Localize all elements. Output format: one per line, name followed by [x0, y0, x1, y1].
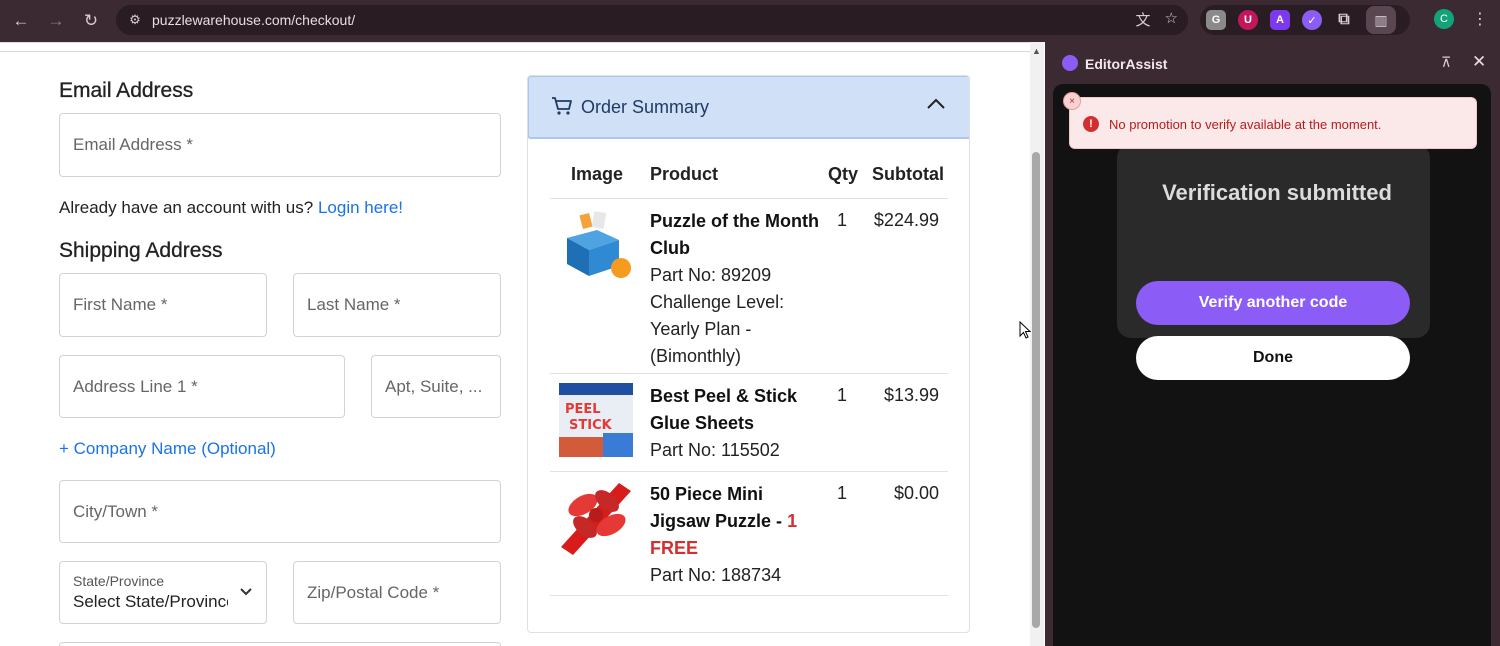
url-text[interactable]: puzzlewarehouse.com/checkout/: [152, 12, 355, 28]
divider: [0, 51, 1030, 52]
product-name[interactable]: Puzzle of the Month Club: [650, 208, 820, 262]
back-icon[interactable]: ←: [7, 7, 35, 35]
panel-title: EditorAssist: [1085, 56, 1168, 72]
shipping-heading: Shipping Address: [59, 239, 223, 262]
apt-suite-field[interactable]: Apt, Suite, ...: [371, 355, 501, 418]
order-summary-header[interactable]: Order Summary: [528, 76, 969, 139]
product-thumbnail[interactable]: PEEL STICK: [559, 383, 633, 457]
toast-close-icon[interactable]: ×: [1063, 92, 1081, 110]
account-prompt-text: Already have an account with us?: [59, 198, 314, 217]
editorassist-extension-icon[interactable]: ✓: [1302, 10, 1322, 30]
add-company-link[interactable]: + Company Name (Optional): [59, 439, 276, 459]
product-thumbnail[interactable]: [559, 481, 633, 555]
chevron-down-icon: [240, 584, 252, 599]
divider: [550, 373, 948, 374]
profile-avatar[interactable]: C: [1434, 9, 1454, 29]
item-qty: 1: [837, 483, 848, 503]
item-subtotal: $224.99: [873, 210, 939, 230]
browser-toolbar: ← → ↻ ⚙ puzzlewarehouse.com/checkout/ 文 …: [0, 0, 1500, 42]
grammar-extension-icon[interactable]: G: [1206, 10, 1226, 30]
done-button[interactable]: Done: [1136, 336, 1410, 380]
last-name-placeholder: Last Name *: [307, 295, 401, 314]
email-field[interactable]: Email Address *: [59, 113, 501, 177]
item-subtotal: $13.99: [883, 385, 939, 405]
side-panel-icon[interactable]: ▥: [1366, 6, 1396, 34]
extensions-group: G U A ✓ ⧉ ▥: [1200, 5, 1410, 35]
apt-suite-placeholder: Apt, Suite, ...: [385, 376, 483, 396]
divider: [550, 595, 948, 596]
unpin-icon[interactable]: ⊼: [1441, 54, 1451, 71]
editorassist-logo-icon: [1062, 55, 1078, 71]
divider: [550, 471, 948, 472]
product-name[interactable]: Best Peel & Stick Glue Sheets: [650, 383, 820, 437]
item-qty: 1: [837, 385, 848, 405]
svg-text:PEEL: PEEL: [565, 402, 601, 417]
reload-icon[interactable]: ↻: [77, 7, 105, 35]
scroll-up-icon[interactable]: ▲: [1032, 46, 1041, 56]
order-summary-title: Order Summary: [581, 97, 710, 117]
a-extension-icon[interactable]: A: [1270, 10, 1290, 30]
verification-heading: Verification submitted: [1162, 180, 1392, 205]
col-image: Image: [571, 164, 624, 184]
product-name-text: 50 Piece Mini Jigsaw Puzzle -: [650, 484, 783, 531]
translate-icon[interactable]: 文: [1136, 9, 1151, 30]
item-qty: 1: [837, 210, 848, 230]
city-placeholder: City/Town *: [73, 501, 159, 521]
mouse-cursor-icon: [1019, 320, 1032, 344]
bookmark-star-icon[interactable]: ☆: [1165, 9, 1178, 30]
account-prompt: Already have an account with us? Login h…: [59, 198, 403, 218]
col-subtotal: Subtotal: [872, 164, 944, 184]
divider: [550, 198, 948, 199]
error-toast: ! No promotion to verify available at th…: [1069, 97, 1477, 149]
verification-card: Verification submitted Verify another co…: [1117, 144, 1430, 380]
address-line1-field[interactable]: Address Line 1 *: [59, 355, 345, 418]
product-details: Part No: 115502: [650, 440, 780, 460]
email-placeholder: Email Address *: [73, 135, 193, 154]
product-details: Part No: 89209 Challenge Level: Yearly P…: [650, 265, 785, 366]
site-settings-icon[interactable]: ⚙: [124, 9, 146, 31]
menu-kebab-icon[interactable]: ⋮: [1472, 9, 1488, 29]
col-product: Product: [650, 164, 719, 184]
order-summary-panel: Order Summary Image Product Qty Subtotal…: [527, 75, 970, 633]
svg-text:STICK: STICK: [569, 418, 613, 433]
panel-body: Verification submitted Verify another co…: [1053, 84, 1491, 646]
first-name-placeholder: First Name *: [73, 295, 168, 314]
city-field[interactable]: City/Town *: [59, 480, 501, 543]
puzzle-extensions-icon[interactable]: ⧉: [1334, 10, 1354, 30]
zip-field[interactable]: Zip/Postal Code *: [293, 561, 501, 624]
first-name-field[interactable]: First Name *: [59, 273, 267, 337]
state-select[interactable]: State/Province Select State/Province: [59, 561, 267, 624]
col-qty: Qty: [828, 164, 859, 184]
chevron-up-icon[interactable]: [926, 97, 946, 115]
scrollbar-thumb[interactable]: [1032, 152, 1040, 628]
product-thumbnail[interactable]: [559, 208, 633, 282]
error-icon: !: [1083, 116, 1099, 132]
item-subtotal: $0.00: [893, 483, 939, 503]
address-line1-placeholder: Address Line 1 *: [73, 376, 198, 396]
toast-message: No promotion to verify available at the …: [1109, 117, 1382, 132]
email-heading: Email Address: [59, 79, 194, 102]
zip-placeholder: Zip/Postal Code *: [307, 582, 440, 602]
checkout-page: Email Address Email Address * Already ha…: [0, 42, 1030, 646]
state-label: State/Province: [73, 573, 165, 589]
forward-icon[interactable]: →: [42, 7, 70, 35]
verify-another-code-button[interactable]: Verify another code: [1136, 281, 1410, 325]
cart-icon: [551, 96, 573, 121]
close-panel-icon[interactable]: ✕: [1472, 52, 1486, 72]
address-bar[interactable]: ⚙ puzzlewarehouse.com/checkout/ 文 ☆: [116, 5, 1188, 35]
state-value: Select State/Province: [73, 592, 228, 611]
login-link[interactable]: Login here!: [318, 198, 403, 217]
ublock-extension-icon[interactable]: U: [1238, 10, 1258, 30]
product-details: Part No: 188734: [650, 565, 782, 585]
product-name[interactable]: 50 Piece Mini Jigsaw Puzzle - 1 FREE: [650, 481, 820, 562]
last-name-field[interactable]: Last Name *: [293, 273, 501, 337]
next-field-partial[interactable]: [59, 642, 501, 646]
